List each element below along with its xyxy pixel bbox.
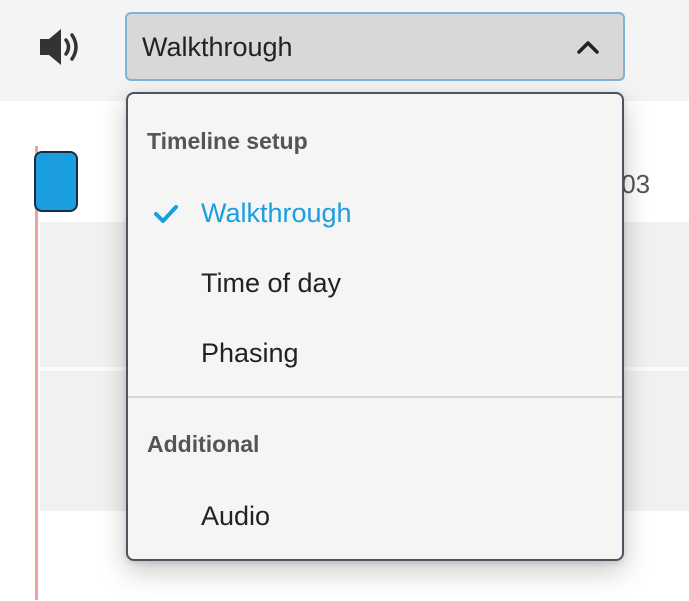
checkmark-icon xyxy=(153,203,179,225)
menu-section-header-timeline-setup: Timeline setup xyxy=(147,128,308,154)
speaker-volume-icon[interactable] xyxy=(36,26,84,68)
menu-item-label: Audio xyxy=(201,501,271,531)
menu-section-header-additional: Additional xyxy=(147,431,260,457)
menu-item-label: Walkthrough xyxy=(201,198,352,228)
menu-item-audio[interactable]: Audio xyxy=(128,484,622,546)
timeline-setup-select[interactable]: Walkthrough xyxy=(125,12,625,81)
menu-divider xyxy=(128,396,622,398)
playhead-handle[interactable] xyxy=(34,151,78,212)
select-value: Walkthrough xyxy=(142,32,293,62)
chevron-up-icon xyxy=(575,36,601,58)
toolbar: Walkthrough xyxy=(0,0,689,101)
menu-item-time-of-day[interactable]: Time of day xyxy=(128,251,622,313)
menu-item-label: Time of day xyxy=(201,268,342,298)
menu-item-walkthrough[interactable]: Walkthrough xyxy=(128,181,622,243)
dropdown-menu: Timeline setup Walkthrough Time of day P… xyxy=(126,92,624,561)
playhead-line xyxy=(35,146,38,600)
menu-item-phasing[interactable]: Phasing xyxy=(128,321,622,383)
app-root: Walkthrough :03 Timeline setup Walkthrou… xyxy=(0,0,689,601)
menu-item-label: Phasing xyxy=(201,338,299,368)
